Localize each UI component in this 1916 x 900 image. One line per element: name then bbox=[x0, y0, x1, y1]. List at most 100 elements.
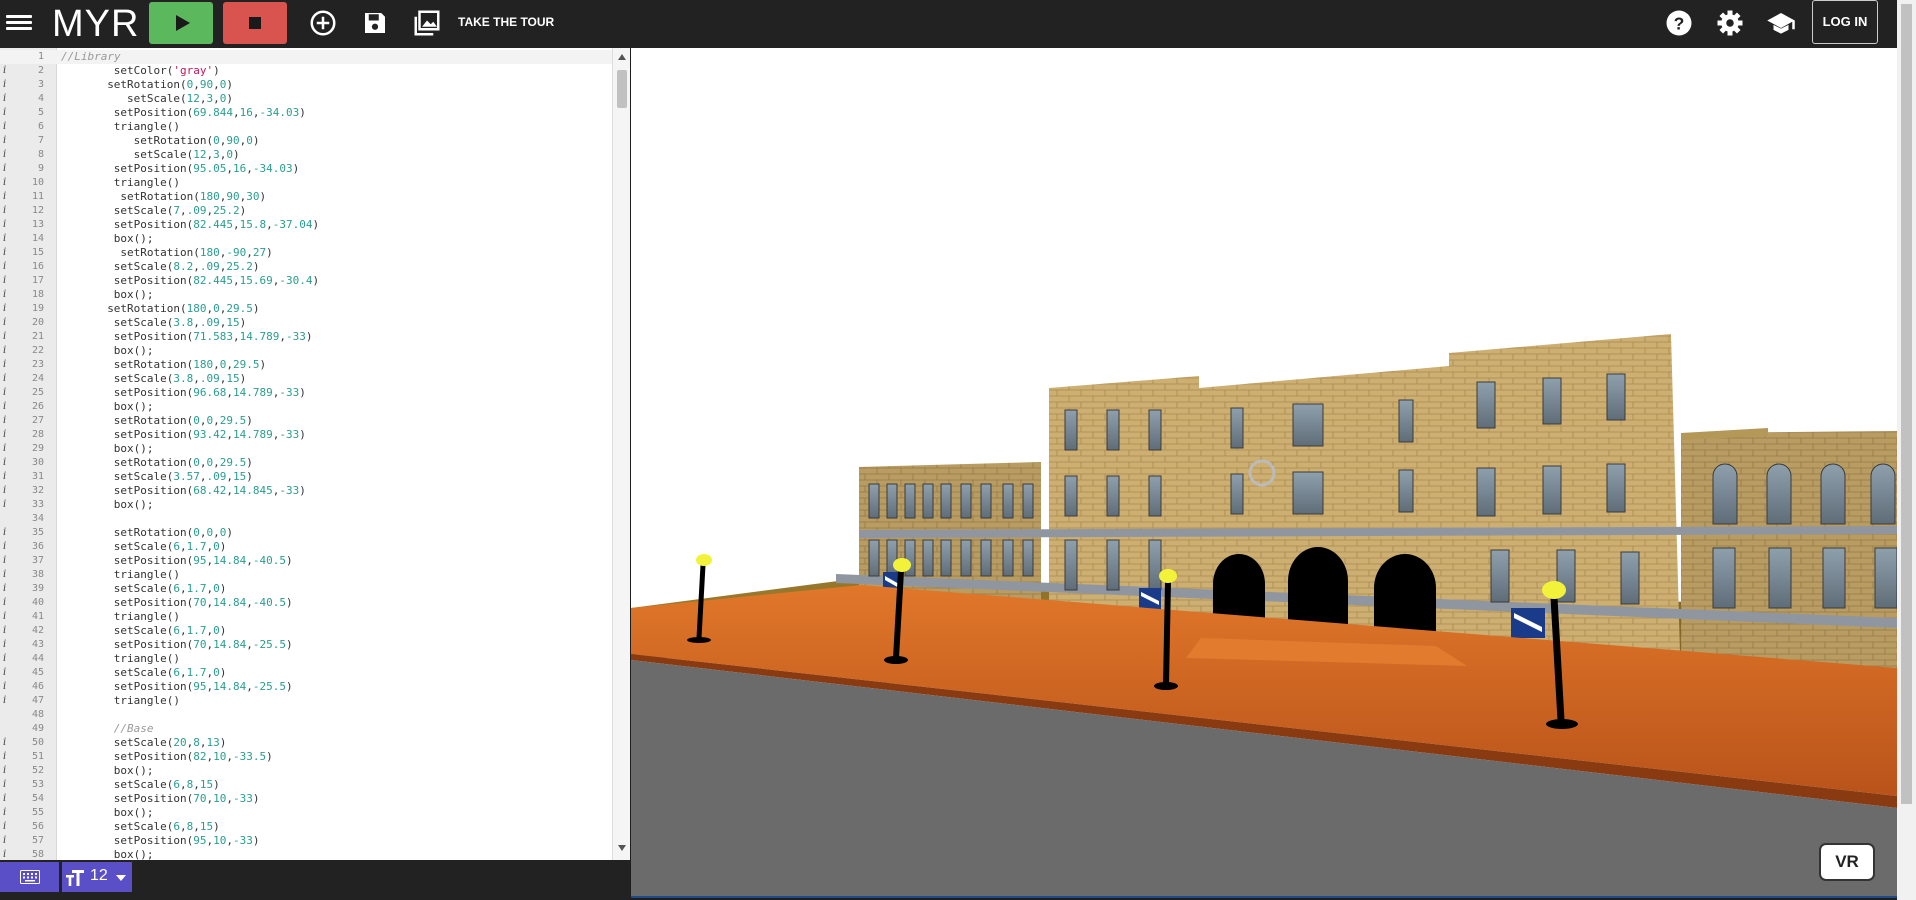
code-text[interactable]: setScale(6,1.7,0) bbox=[61, 582, 227, 596]
code-line[interactable]: i 9 setPosition(95.05,16,-34.03) bbox=[0, 162, 612, 176]
help-icon[interactable]: ? bbox=[1664, 8, 1694, 38]
code-text[interactable]: setRotation(180,90,30) bbox=[61, 190, 266, 204]
code-line[interactable]: i 43 setPosition(70,14.84,-25.5) bbox=[0, 638, 612, 652]
info-icon[interactable]: i bbox=[3, 638, 11, 652]
code-text[interactable]: setScale(3.8,.09,15) bbox=[61, 372, 246, 386]
code-line[interactable]: i 52 box(); bbox=[0, 764, 612, 778]
code-text[interactable]: setScale(6,1.7,0) bbox=[61, 540, 227, 554]
code-line[interactable]: i 33 box(); bbox=[0, 498, 612, 512]
code-text[interactable]: setPosition(68.42,14.845,-33) bbox=[61, 484, 306, 498]
code-text[interactable]: box(); bbox=[61, 806, 154, 820]
code-text[interactable]: setPosition(95,14.84,-25.5) bbox=[61, 680, 293, 694]
code-text[interactable]: setScale(12,3,0) bbox=[61, 92, 233, 106]
code-text[interactable]: setPosition(95.05,16,-34.03) bbox=[61, 162, 299, 176]
info-icon[interactable]: i bbox=[3, 554, 11, 568]
info-icon[interactable]: i bbox=[3, 148, 11, 162]
code-text[interactable]: setScale(6,8,15) bbox=[61, 820, 220, 834]
school-icon[interactable] bbox=[1766, 8, 1796, 38]
code-text[interactable]: setRotation(180,0,29.5) bbox=[61, 358, 266, 372]
code-line[interactable]: i 28 setPosition(93.42,14.789,-33) bbox=[0, 428, 612, 442]
code-text[interactable]: setScale(6,1.7,0) bbox=[61, 624, 227, 638]
info-icon[interactable]: i bbox=[3, 204, 11, 218]
code-line[interactable]: i 38 triangle() bbox=[0, 568, 612, 582]
info-icon[interactable]: i bbox=[3, 428, 11, 442]
info-icon[interactable]: i bbox=[3, 302, 11, 316]
code-text[interactable]: box(); bbox=[61, 442, 154, 456]
code-text[interactable]: triangle() bbox=[61, 120, 180, 134]
code-line[interactable]: i 37 setPosition(95,14.84,-40.5) bbox=[0, 554, 612, 568]
info-icon[interactable]: i bbox=[3, 484, 11, 498]
editor-scrollbar[interactable] bbox=[612, 48, 630, 860]
code-line[interactable]: i 53 setScale(6,8,15) bbox=[0, 778, 612, 792]
code-text[interactable]: setPosition(93.42,14.789,-33) bbox=[61, 428, 306, 442]
code-line[interactable]: i 6 triangle() bbox=[0, 120, 612, 134]
info-icon[interactable]: i bbox=[3, 316, 11, 330]
code-line[interactable]: 34 bbox=[0, 512, 612, 526]
login-button[interactable]: LOG IN bbox=[1812, 0, 1878, 44]
code-line[interactable]: i 24 setScale(3.8,.09,15) bbox=[0, 372, 612, 386]
code-line[interactable]: i 18 box(); bbox=[0, 288, 612, 302]
info-icon[interactable]: i bbox=[3, 596, 11, 610]
code-line[interactable]: i 5 setPosition(69.844,16,-34.03) bbox=[0, 106, 612, 120]
code-line[interactable]: i 30 setRotation(0,0,29.5) bbox=[0, 456, 612, 470]
info-icon[interactable]: i bbox=[3, 232, 11, 246]
info-icon[interactable]: i bbox=[3, 274, 11, 288]
code-text[interactable]: box(); bbox=[61, 400, 154, 414]
info-icon[interactable]: i bbox=[3, 134, 11, 148]
info-icon[interactable]: i bbox=[3, 288, 11, 302]
code-line[interactable]: i 32 setPosition(68.42,14.845,-33) bbox=[0, 484, 612, 498]
code-line[interactable]: i 40 setPosition(70,14.84,-40.5) bbox=[0, 596, 612, 610]
code-line[interactable]: i 25 setPosition(96.68,14.789,-33) bbox=[0, 386, 612, 400]
code-editor[interactable]: 1 //Library i 2 setColor('gray') i 3 setRotatio… bbox=[0, 48, 630, 860]
code-line[interactable]: i 7 setRotation(0,90,0) bbox=[0, 134, 612, 148]
info-icon[interactable]: i bbox=[3, 848, 11, 860]
code-text[interactable]: setPosition(82,10,-33.5) bbox=[61, 750, 273, 764]
info-icon[interactable]: i bbox=[3, 820, 11, 834]
info-icon[interactable]: i bbox=[3, 344, 11, 358]
code-line[interactable]: i 35 setRotation(0,0,0) bbox=[0, 526, 612, 540]
settings-icon[interactable] bbox=[1715, 8, 1745, 38]
code-text[interactable]: setScale(6,1.7,0) bbox=[61, 666, 227, 680]
code-text[interactable]: setScale(7,.09,25.2) bbox=[61, 204, 246, 218]
code-line[interactable]: i 47 triangle() bbox=[0, 694, 612, 708]
info-icon[interactable]: i bbox=[3, 414, 11, 428]
code-line[interactable]: i 10 triangle() bbox=[0, 176, 612, 190]
code-text[interactable]: setPosition(69.844,16,-34.03) bbox=[61, 106, 306, 120]
code-text[interactable]: box(); bbox=[61, 232, 154, 246]
code-line[interactable]: i 54 setPosition(70,10,-33) bbox=[0, 792, 612, 806]
info-icon[interactable]: i bbox=[3, 106, 11, 120]
code-text[interactable]: setColor('gray') bbox=[61, 64, 220, 78]
info-icon[interactable]: i bbox=[3, 456, 11, 470]
code-line[interactable]: i 4 setScale(12,3,0) bbox=[0, 92, 612, 106]
code-line[interactable]: i 46 setPosition(95,14.84,-25.5) bbox=[0, 680, 612, 694]
info-icon[interactable]: i bbox=[3, 260, 11, 274]
code-text[interactable]: setScale(20,8,13) bbox=[61, 736, 227, 750]
info-icon[interactable]: i bbox=[3, 694, 11, 708]
info-icon[interactable]: i bbox=[3, 778, 11, 792]
code-line[interactable]: i 20 setScale(3.8,.09,15) bbox=[0, 316, 612, 330]
info-icon[interactable]: i bbox=[3, 120, 11, 134]
info-icon[interactable]: i bbox=[3, 386, 11, 400]
code-text[interactable]: setRotation(0,0,29.5) bbox=[61, 414, 253, 428]
take-tour-button[interactable]: TAKE THE TOUR bbox=[458, 15, 554, 29]
code-line[interactable]: 1 //Library bbox=[0, 50, 612, 64]
page-scroll-thumb[interactable] bbox=[1901, 4, 1912, 804]
code-text[interactable]: triangle() bbox=[61, 568, 180, 582]
code-line[interactable]: i 29 box(); bbox=[0, 442, 612, 456]
info-icon[interactable]: i bbox=[3, 764, 11, 778]
code-line[interactable]: i 50 setScale(20,8,13) bbox=[0, 736, 612, 750]
code-line[interactable]: i 58 box(); bbox=[0, 848, 612, 860]
info-icon[interactable]: i bbox=[3, 806, 11, 820]
code-line[interactable]: i 19 setRotation(180,0,29.5) bbox=[0, 302, 612, 316]
code-text[interactable]: triangle() bbox=[61, 610, 180, 624]
code-line[interactable]: i 56 setScale(6,8,15) bbox=[0, 820, 612, 834]
code-text[interactable]: //Base bbox=[61, 722, 154, 736]
info-icon[interactable]: i bbox=[3, 372, 11, 386]
code-line[interactable]: i 13 setPosition(82.445,15.8,-37.04) bbox=[0, 218, 612, 232]
info-icon[interactable]: i bbox=[3, 400, 11, 414]
info-icon[interactable]: i bbox=[3, 792, 11, 806]
code-text[interactable]: box(); bbox=[61, 288, 154, 302]
code-text[interactable]: box(); bbox=[61, 498, 154, 512]
font-size-selector[interactable]: 12 bbox=[62, 862, 132, 892]
code-line[interactable]: i 26 box(); bbox=[0, 400, 612, 414]
